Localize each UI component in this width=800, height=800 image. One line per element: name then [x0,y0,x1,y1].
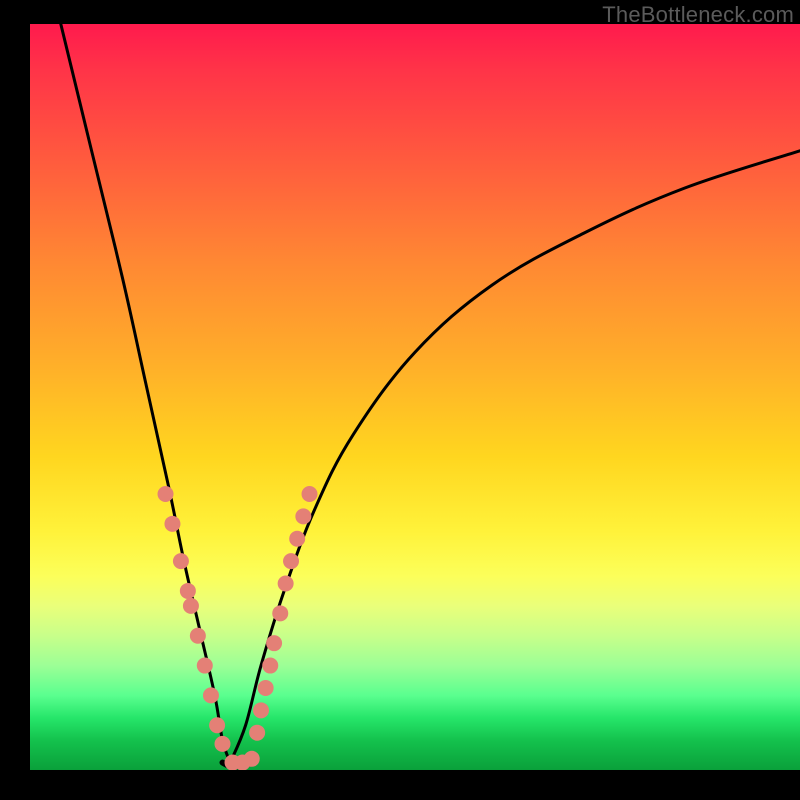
marker-dot [295,508,311,524]
marker-dot [253,702,269,718]
marker-dot [164,516,180,532]
marker-dot [278,576,294,592]
marker-dot [266,635,282,651]
marker-dot [272,605,288,621]
series-right-branch [230,151,800,763]
marker-dot [203,687,219,703]
marker-dot [258,680,274,696]
marker-dot [302,486,318,502]
marker-dot [215,736,231,752]
series-left-branch [61,24,230,763]
marker-dot [173,553,189,569]
marker-dot [244,751,260,767]
marker-dot [249,725,265,741]
marker-dots [158,486,318,770]
marker-dot [209,717,225,733]
plot-area [30,24,800,770]
marker-dot [283,553,299,569]
marker-dot [190,628,206,644]
marker-dot [158,486,174,502]
marker-dot [197,658,213,674]
marker-dot [180,583,196,599]
marker-dot [289,531,305,547]
marker-dot [183,598,199,614]
curve-lines [61,24,800,767]
chart-frame: TheBottleneck.com [30,0,800,770]
marker-dot [262,658,278,674]
chart-svg [30,24,800,770]
